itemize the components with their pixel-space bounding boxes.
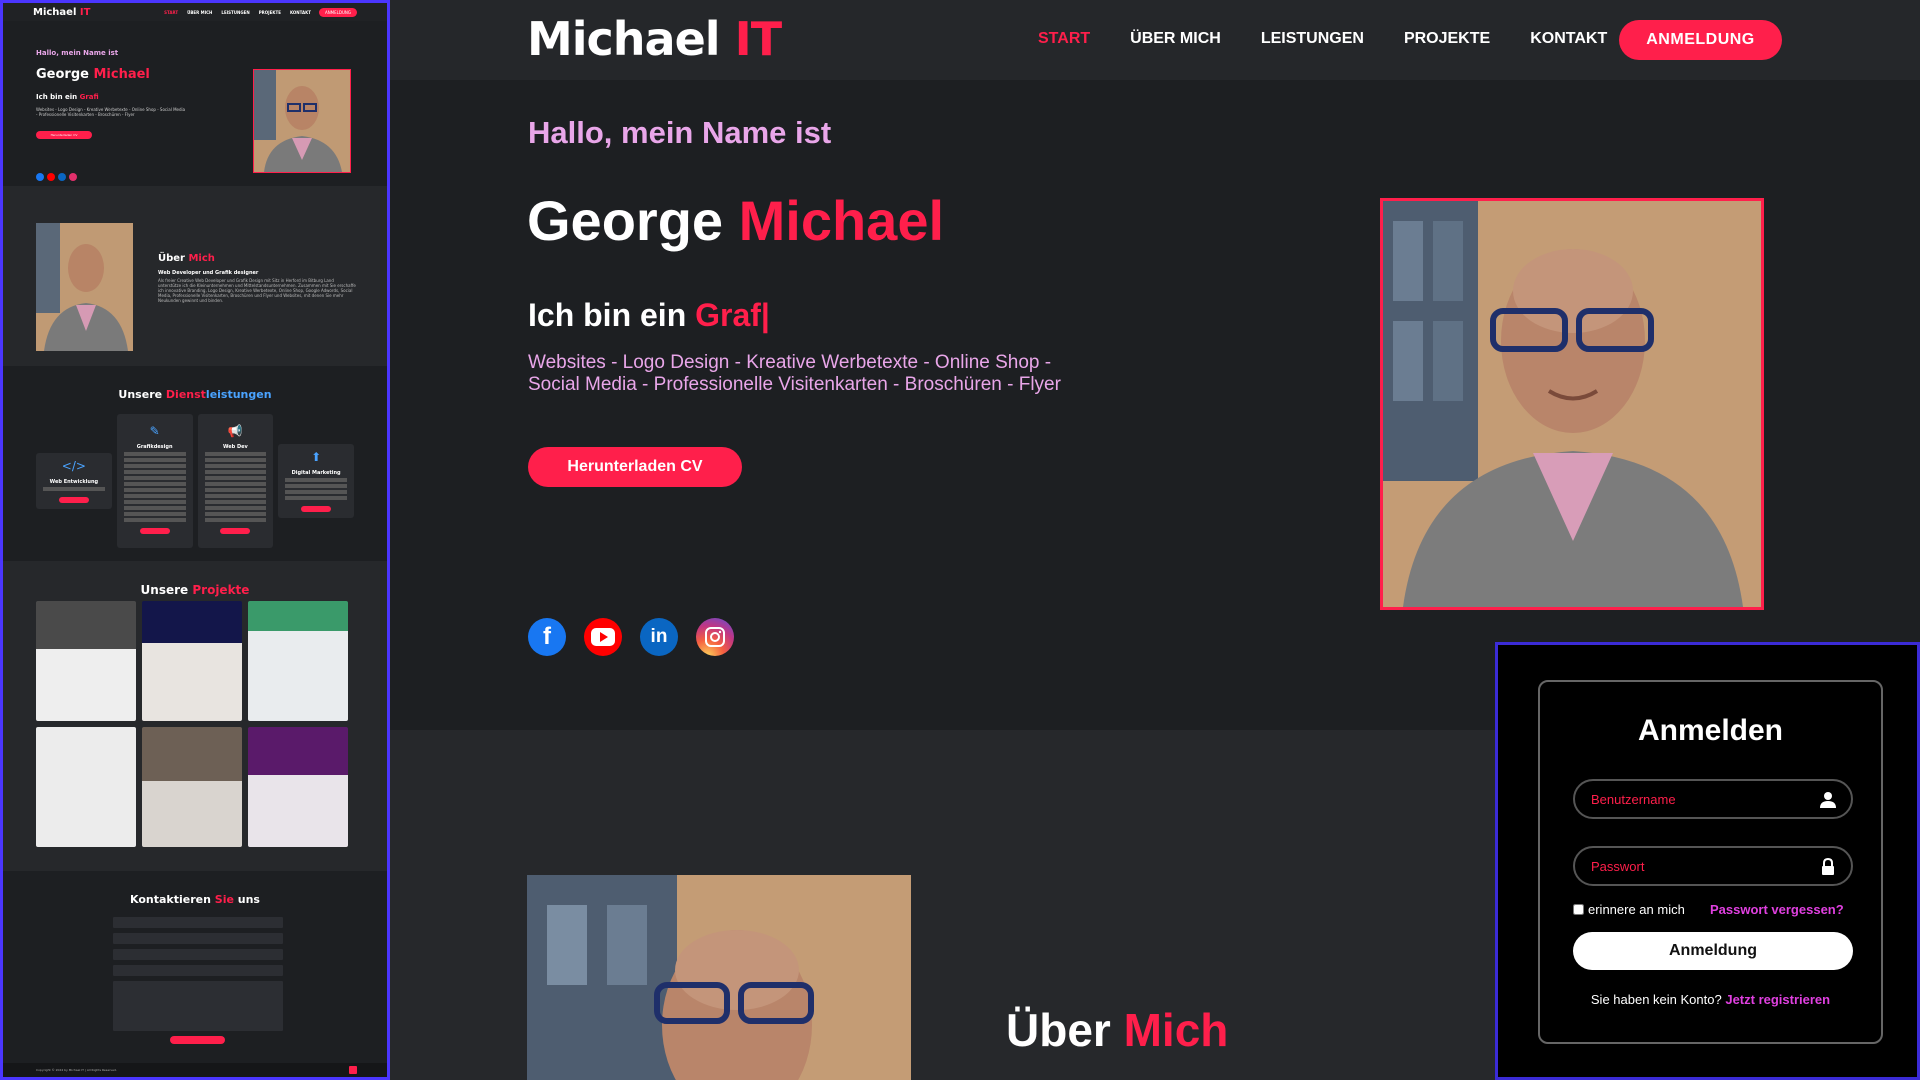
overview-hero-section: Hallo, mein Name ist George Michael Ich … [3, 21, 387, 186]
overview-social-icons [36, 173, 77, 181]
overview-profile-photo [253, 69, 351, 173]
overview-iam: Ich bin ein Grafi [36, 93, 99, 101]
project-thumbnail[interactable] [142, 727, 242, 847]
overview-nav-contact[interactable]: KONTAKT [290, 10, 311, 15]
navbar: Michael IT START ÜBER MICH LEISTUNGEN PR… [390, 0, 1920, 80]
nav-login-button[interactable]: ANMELDUNG [1619, 20, 1782, 60]
overview-nav-projects[interactable]: PROJEKTE [259, 10, 281, 15]
remember-me[interactable]: erinnere an mich [1573, 902, 1685, 917]
nav-start[interactable]: START [1038, 30, 1090, 48]
about-title: Über Mich [1006, 1004, 1229, 1056]
hero-greeting: Hallo, mein Name ist [528, 115, 832, 150]
project-thumbnail[interactable] [36, 727, 136, 847]
register-link[interactable]: Jetzt registrieren [1725, 992, 1830, 1007]
overview-hello: Hallo, mein Name ist [36, 49, 119, 57]
overview-contact-title: Kontaktieren Sie uns [130, 893, 260, 906]
nav-services[interactable]: LEISTUNGEN [1261, 30, 1364, 48]
overview-about-role: Web Developer und Grafik designer [158, 270, 259, 276]
nav-contact[interactable]: KONTAKT [1530, 30, 1607, 48]
overview-nav-links: START ÜBER MICH LEISTUNGEN PROJEKTE KONT… [164, 10, 311, 15]
profile-photo [1380, 198, 1764, 610]
username-field[interactable] [1573, 779, 1853, 819]
login-title: Anmelden [1637, 714, 1784, 747]
overview-about-section: Über Mich Web Developer und Grafik desig… [3, 186, 387, 366]
site-logo[interactable]: Michael IT [527, 12, 782, 66]
password-field[interactable] [1573, 846, 1853, 886]
overview-nav-services[interactable]: LEISTUNGEN [221, 10, 249, 15]
overview-services-title: Unsere Dienstleistungen [118, 388, 272, 401]
project-thumbnail[interactable] [142, 601, 242, 721]
contact-message-field[interactable] [113, 981, 283, 1031]
facebook-icon[interactable] [36, 173, 44, 181]
project-thumbnail[interactable] [36, 601, 136, 721]
remember-label: erinnere an mich [1588, 902, 1685, 917]
contact-field[interactable] [113, 917, 283, 928]
forgot-password-link[interactable]: Passwort vergessen? [1710, 902, 1844, 917]
instagram-icon[interactable] [69, 173, 77, 181]
hero-typed-role: Ich bin ein Graf| [528, 297, 770, 333]
login-form: Anmelden erinnere an mich Passwort verge… [1538, 680, 1883, 1044]
overview-service-card: ⬆ Digital Marketing [278, 444, 354, 518]
linkedin-icon[interactable]: in [640, 618, 678, 656]
about-photo [527, 875, 911, 1080]
no-account-text: Sie haben kein Konto? [1590, 992, 1722, 1007]
project-thumbnail[interactable] [248, 601, 348, 721]
overview-service-card: </> Web Entwicklung [36, 453, 112, 509]
social-links: f in [528, 618, 734, 656]
overview-service-card: 📢 Web Dev [197, 414, 274, 548]
register-prompt: Sie haben kein Konto? Jetzt registrieren [1540, 992, 1881, 1007]
scroll-top-icon[interactable] [349, 1066, 357, 1074]
megaphone-icon: 📢 [227, 424, 243, 438]
linkedin-icon[interactable] [58, 173, 66, 181]
instagram-icon[interactable] [696, 618, 734, 656]
overview-about-text: Als freier Creative Web Developer und Gr… [158, 278, 356, 303]
contact-field[interactable] [113, 965, 283, 976]
overview-name: George Michael [36, 67, 150, 82]
user-icon [1820, 792, 1836, 808]
more-button[interactable] [301, 506, 332, 512]
project-thumbnail[interactable] [248, 727, 348, 847]
more-button[interactable] [58, 497, 89, 503]
facebook-icon[interactable]: f [528, 618, 566, 656]
contact-field[interactable] [113, 949, 283, 960]
more-button[interactable] [139, 528, 170, 534]
overview-services-line: Websites - Logo Design - Kreative Werbet… [36, 107, 186, 117]
youtube-icon[interactable] [584, 618, 622, 656]
download-cv-button[interactable]: Herunterladen CV [528, 447, 742, 487]
overview-services-section: Unsere Dienstleistungen </> Web Entwicklu… [3, 366, 387, 561]
overview-contact-section: Kontaktieren Sie uns [3, 871, 387, 1056]
overview-about-title: Über Mich [158, 253, 215, 264]
contact-send-button[interactable] [170, 1036, 225, 1044]
overview-projects-title: Unsere Projekte [140, 583, 250, 597]
overview-footer: Copyright © 2024 by Michael IT | All Rig… [3, 1063, 387, 1077]
nav-projects[interactable]: PROJEKTE [1404, 30, 1490, 48]
hero-section: Hallo, mein Name ist George Michael Ich … [390, 80, 1920, 730]
password-input[interactable] [1575, 848, 1805, 884]
person-icon: ⬆ [311, 450, 322, 464]
lock-icon [1822, 858, 1834, 875]
contact-field[interactable] [113, 933, 283, 944]
more-button[interactable] [220, 528, 251, 534]
login-panel: Anmelden erinnere an mich Passwort verge… [1495, 642, 1920, 1080]
code-icon: </> [61, 459, 86, 473]
pen-icon: ✎ [149, 424, 160, 438]
hero-services-line: Websites - Logo Design - Kreative Werbet… [528, 352, 1061, 395]
youtube-icon[interactable] [47, 173, 55, 181]
overview-about-photo [36, 223, 133, 351]
overview-projects-section: Unsere Projekte [3, 561, 387, 871]
nav-about[interactable]: ÜBER MICH [1130, 30, 1221, 48]
overview-nav-about[interactable]: ÜBER MICH [187, 10, 212, 15]
nav-links: START ÜBER MICH LEISTUNGEN PROJEKTE KONT… [1038, 30, 1607, 48]
login-submit-button[interactable]: Anmeldung [1573, 932, 1853, 970]
overview-cv-button[interactable]: Herunterladen CV [36, 131, 92, 139]
page-overview-panel: Michael IT START ÜBER MICH LEISTUNGEN PR… [0, 0, 390, 1080]
hero-name: George Michael [527, 189, 945, 252]
overview-service-card: ✎ Grafikdesign [116, 414, 193, 548]
remember-checkbox[interactable] [1573, 904, 1584, 915]
overview-logo[interactable]: Michael IT [33, 7, 90, 18]
overview-navbar: Michael IT START ÜBER MICH LEISTUNGEN PR… [3, 3, 387, 21]
overview-nav-start[interactable]: START [164, 10, 178, 15]
username-input[interactable] [1575, 781, 1805, 817]
overview-nav-cta[interactable]: ANMELDUNG [318, 7, 357, 17]
